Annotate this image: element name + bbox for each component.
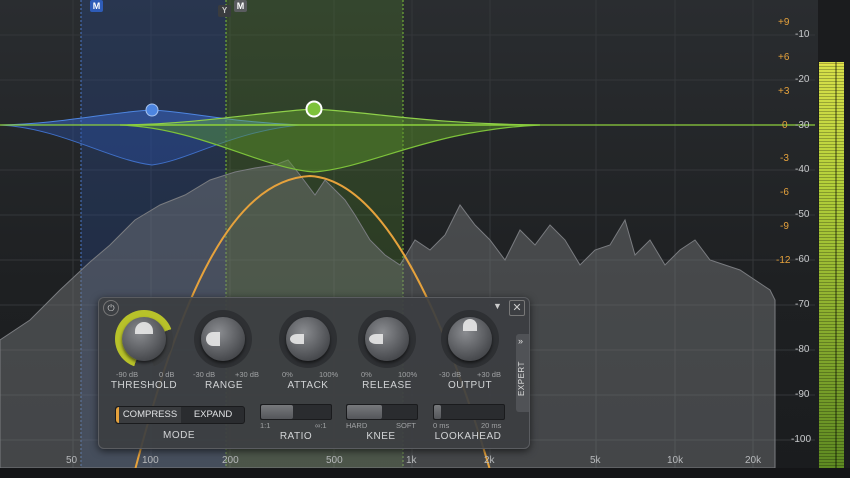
- expert-tab[interactable]: » EXPERT: [516, 334, 529, 412]
- scale-orange-3: 0: [782, 120, 788, 131]
- threshold-knob[interactable]: [115, 310, 173, 368]
- scale-gray-9: -100: [791, 434, 812, 445]
- range-min: -30 dB: [193, 370, 216, 379]
- band2-marker-icon[interactable]: Y: [218, 5, 231, 17]
- expert-label: EXPERT: [516, 361, 526, 396]
- release-max: 100%: [398, 370, 418, 379]
- output-knob[interactable]: [441, 310, 499, 368]
- scale-orange-7: -12: [776, 255, 791, 266]
- output-max: +30 dB: [477, 370, 501, 379]
- threshold-min: -90 dB: [116, 370, 139, 379]
- lookahead-max: 20 ms: [481, 421, 502, 430]
- bottom-status-bar: [0, 468, 850, 478]
- scale-gray-7: -80: [795, 344, 810, 355]
- scale-gray-0: -10: [795, 29, 810, 40]
- scale-gray-5: -60: [795, 254, 810, 265]
- scale-gray-4: -50: [795, 209, 810, 220]
- ratio-min: 1:1: [260, 421, 271, 430]
- band1-mode-button[interactable]: M: [90, 0, 103, 12]
- knee-label: KNEE: [366, 431, 396, 442]
- range-knob[interactable]: [194, 310, 252, 368]
- knee-max: SOFT: [396, 421, 416, 430]
- lookahead-slider[interactable]: [433, 404, 505, 420]
- attack-label: ATTACK: [287, 380, 329, 391]
- attack-min: 0%: [282, 370, 293, 379]
- scale-gray-8: -90: [795, 389, 810, 400]
- release-label: RELEASE: [362, 380, 412, 391]
- scale-orange-1: +6: [778, 52, 790, 63]
- attack-knob[interactable]: [279, 310, 337, 368]
- ratio-slider[interactable]: [260, 404, 332, 420]
- knee-min: HARD: [346, 421, 368, 430]
- output-min: -30 dB: [439, 370, 462, 379]
- freq-label-7: 10k: [667, 455, 684, 466]
- attack-max: 100%: [319, 370, 339, 379]
- freq-label-4: 1k: [406, 455, 417, 466]
- lookahead-label: LOOKAHEAD: [434, 431, 502, 442]
- release-knob[interactable]: [358, 310, 416, 368]
- scale-orange-2: +3: [778, 86, 790, 97]
- band1-handle[interactable]: [145, 103, 159, 117]
- knee-slider[interactable]: [346, 404, 418, 420]
- freq-label-3: 500: [326, 455, 343, 466]
- scale-gray-1: -20: [795, 74, 810, 85]
- freq-label-8: 20k: [745, 455, 762, 466]
- freq-label-6: 5k: [590, 455, 601, 466]
- freq-label-5: 2k: [484, 455, 495, 466]
- scale-orange-4: -3: [780, 153, 789, 164]
- scale-orange-5: -6: [780, 187, 789, 198]
- scale-gray-2: -30: [795, 120, 810, 131]
- freq-label-1: 100: [142, 455, 159, 466]
- threshold-max: 0 dB: [159, 370, 175, 379]
- ratio-label: RATIO: [279, 431, 313, 442]
- mode-label: MODE: [163, 430, 195, 441]
- expand-icon: »: [518, 336, 524, 346]
- close-icon[interactable]: ✕: [509, 300, 525, 316]
- freq-label-2: 200: [222, 455, 239, 466]
- expand-button[interactable]: EXPAND: [182, 407, 244, 423]
- threshold-label: THRESHOLD: [110, 380, 178, 391]
- range-label: RANGE: [204, 380, 244, 391]
- lookahead-min: 0 ms: [433, 421, 450, 430]
- output-label: OUTPUT: [447, 380, 493, 391]
- range-max: +30 dB: [235, 370, 259, 379]
- band2-handle[interactable]: [305, 100, 323, 118]
- dropdown-icon[interactable]: ▼: [493, 301, 502, 311]
- band2-mode-button[interactable]: M: [234, 0, 247, 12]
- scale-orange-6: -9: [780, 221, 789, 232]
- compress-button[interactable]: COMPRESS: [119, 407, 181, 423]
- scale-gray-3: -40: [795, 164, 810, 175]
- power-icon[interactable]: ⏻: [103, 300, 119, 316]
- dynamics-panel: ⏻ ▼ ✕ -90 dB 0 dB THRESHOLD -30 dB +30 d…: [98, 297, 530, 449]
- scale-orange-0: +9: [778, 17, 790, 28]
- scale-gray-6: -70: [795, 299, 810, 310]
- freq-label-0: 50: [66, 455, 78, 466]
- ratio-max: ∞:1: [315, 421, 327, 430]
- eq-plugin-window: M Y M +9 +6 +3 0 -3 -6 -9 -12 -10 -20 -3…: [0, 0, 850, 478]
- release-min: 0%: [361, 370, 372, 379]
- mode-selector: COMPRESS EXPAND: [115, 406, 245, 424]
